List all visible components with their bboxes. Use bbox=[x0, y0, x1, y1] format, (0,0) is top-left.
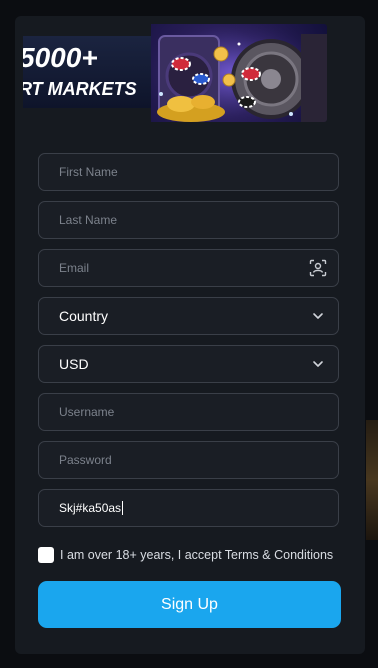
sign-up-label: Sign Up bbox=[161, 595, 218, 613]
first-name-field[interactable]: First Name bbox=[38, 153, 339, 191]
country-select[interactable]: Country bbox=[38, 297, 339, 335]
banner-subheadline: RT MARKETS bbox=[23, 79, 137, 99]
last-name-placeholder: Last Name bbox=[59, 213, 118, 227]
country-selected-value: Country bbox=[59, 308, 109, 324]
email-field[interactable]: Email bbox=[38, 249, 339, 287]
password-placeholder: Password bbox=[59, 453, 112, 467]
chevron-down-icon bbox=[313, 313, 323, 319]
casino-vault-illustration bbox=[151, 24, 327, 122]
email-placeholder: Email bbox=[59, 261, 90, 275]
username-field[interactable]: Username bbox=[38, 393, 339, 431]
terms-checkbox[interactable] bbox=[38, 547, 54, 563]
contact-card-icon[interactable] bbox=[309, 259, 327, 277]
banner-text-area: 5000+ RT MARKETS bbox=[23, 36, 151, 108]
first-name-placeholder: First Name bbox=[59, 165, 118, 179]
terms-row: I am over 18+ years, I accept Terms & Co… bbox=[38, 545, 348, 565]
promo-code-value: Skj#ka50as bbox=[59, 500, 124, 516]
currency-selected-value: USD bbox=[59, 356, 89, 372]
background-decor bbox=[366, 420, 378, 540]
banner-headline: 5000+ bbox=[23, 42, 98, 73]
username-placeholder: Username bbox=[59, 405, 115, 419]
banner-casino-image bbox=[151, 24, 327, 122]
last-name-field[interactable]: Last Name bbox=[38, 201, 339, 239]
promo-code-field[interactable]: Skj#ka50as bbox=[38, 489, 339, 527]
text-caret bbox=[122, 501, 124, 516]
chevron-down-icon bbox=[313, 361, 323, 367]
terms-label[interactable]: I am over 18+ years, I accept Terms & Co… bbox=[60, 548, 333, 562]
sign-up-button[interactable]: Sign Up bbox=[38, 581, 341, 628]
password-field[interactable]: Password bbox=[38, 441, 339, 479]
promo-banner[interactable]: 5000+ RT MARKETS bbox=[23, 24, 327, 122]
currency-select[interactable]: USD bbox=[38, 345, 339, 383]
